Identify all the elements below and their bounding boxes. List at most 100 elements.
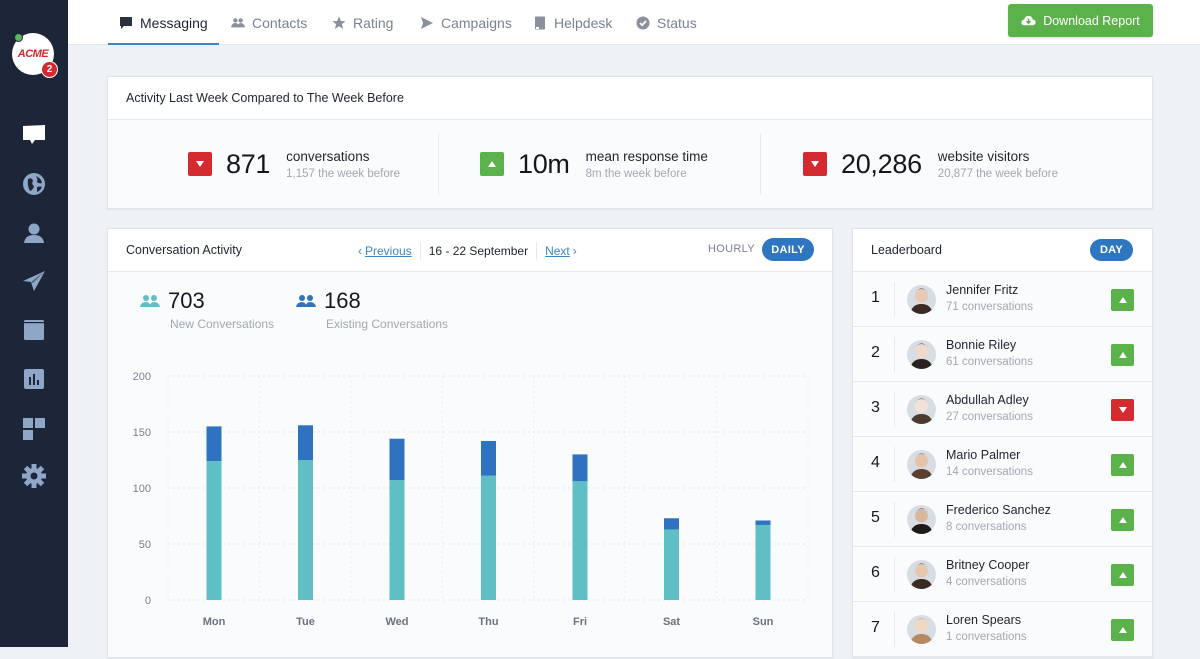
sidebar-item-messaging[interactable]: [20, 121, 48, 149]
y-tick-label: 0: [145, 595, 151, 607]
new-conversations-count: 703: [168, 288, 205, 313]
agent-conversations: 61 conversations: [946, 356, 1033, 368]
tab-label: Status: [657, 14, 697, 31]
people-icon: [140, 295, 160, 307]
acme-logo[interactable]: ACME 2: [12, 33, 58, 78]
caret-up-icon: [488, 161, 496, 167]
avatar: [907, 560, 936, 589]
bar-existing-conversations: [572, 454, 588, 482]
bar-new-conversations: [572, 481, 588, 600]
bar-new-conversations: [206, 461, 222, 600]
tab-label: Rating: [353, 14, 394, 31]
leaderboard-row[interactable]: 6 Britney Cooper 4 conversations: [853, 547, 1152, 602]
avatar: [907, 395, 936, 424]
next-link[interactable]: Next: [545, 244, 570, 258]
book-icon: [535, 16, 545, 29]
pager-divider: [536, 241, 538, 260]
rank-divider: [894, 557, 895, 592]
leaderboard-row[interactable]: 3 Abdullah Adley 27 conversations: [853, 382, 1152, 437]
existing-conversations-count: 168: [324, 288, 361, 313]
trend-up-badge: [1111, 344, 1134, 366]
x-tick-label: Mon: [203, 616, 226, 628]
sidebar-item-globe[interactable]: [20, 170, 48, 198]
day-toggle[interactable]: DAY: [1090, 239, 1133, 261]
tab-rating[interactable]: Rating: [332, 0, 393, 45]
existing-conversations-label: Existing Conversations: [326, 317, 449, 331]
agent-name: Frederico Sanchez: [946, 503, 1051, 517]
chevron-left-icon: ‹: [358, 243, 362, 258]
kpi-label: conversations: [286, 148, 370, 164]
top-nav: Messaging Contacts Rating Campaigns Help…: [68, 0, 1200, 45]
bar-new-conversations: [664, 529, 679, 600]
previous-link[interactable]: Previous: [365, 244, 412, 258]
caret-down-icon: [811, 161, 819, 167]
trend-up-badge: [1111, 454, 1134, 476]
caret-up-icon: [1118, 627, 1127, 633]
caret-down-icon: [1118, 407, 1127, 413]
leaderboard-row[interactable]: 4 Mario Palmer 14 conversations: [853, 437, 1152, 492]
tab-label: Messaging: [140, 14, 208, 31]
date-pager: ‹ Previous 16 - 22 September Next ›: [358, 229, 577, 272]
kpi-previous: 1,157 the week before: [286, 167, 400, 180]
tab-helpdesk[interactable]: Helpdesk: [533, 0, 612, 45]
agent-name: Jennifer Fritz: [946, 283, 1019, 297]
sidebar-item-settings[interactable]: [20, 462, 48, 490]
rank-divider: [894, 392, 895, 427]
kpi-previous: 8m the week before: [585, 167, 687, 180]
x-tick-label: Sat: [663, 616, 680, 628]
download-report-button[interactable]: Download Report: [1008, 4, 1153, 37]
tab-messaging[interactable]: Messaging: [108, 0, 219, 45]
trend-down-badge: [188, 152, 212, 176]
caret-up-icon: [1118, 462, 1127, 468]
leaderboard-rank: 5: [871, 509, 880, 526]
tab-campaigns[interactable]: Campaigns: [420, 0, 512, 45]
sidebar-item-contacts[interactable]: [20, 219, 48, 247]
agent-conversations: 27 conversations: [946, 411, 1033, 423]
leaderboard-header: Leaderboard DAY: [853, 229, 1152, 272]
leaderboard-rank: 2: [871, 344, 880, 361]
agent-name: Mario Palmer: [946, 448, 1021, 462]
leaderboard-row[interactable]: 2 Bonnie Riley 61 conversations: [853, 327, 1152, 382]
online-status-dot: [14, 33, 23, 42]
activity-comparison-title: Activity Last Week Compared to The Week …: [108, 77, 1152, 120]
sidebar-item-campaigns[interactable]: [20, 267, 48, 295]
y-tick-label: 150: [133, 427, 151, 439]
new-conversations-label: New Conversations: [170, 317, 275, 331]
leaderboard-title: Leaderboard: [871, 243, 942, 257]
agent-conversations: 1 conversations: [946, 631, 1027, 643]
leaderboard-rank: 6: [871, 564, 880, 581]
sidebar-item-helpdesk[interactable]: [20, 316, 48, 344]
agent-conversations: 8 conversations: [946, 521, 1027, 533]
sidebar-item-reports[interactable]: [20, 365, 48, 393]
leaderboard-row[interactable]: 5 Frederico Sanchez 8 conversations: [853, 492, 1152, 547]
leaderboard-row[interactable]: 1 Jennifer Fritz 71 conversations: [853, 272, 1152, 327]
trend-up-badge: [1111, 619, 1134, 641]
check-circle-icon: [636, 16, 650, 29]
leaderboard-rank: 7: [871, 619, 880, 636]
chat-icon: [120, 16, 132, 29]
daily-toggle[interactable]: DAILY: [762, 238, 814, 261]
avatar: [907, 505, 936, 534]
gear-icon: [22, 464, 46, 488]
hourly-toggle[interactable]: HOURLY: [708, 243, 755, 255]
grid-icon: [23, 418, 45, 440]
kpi-label: website visitors: [937, 148, 1030, 164]
tab-contacts[interactable]: Contacts: [231, 0, 307, 45]
trend-up-badge: [1111, 509, 1134, 531]
y-tick-label: 100: [133, 483, 151, 495]
trend-up-badge: [480, 152, 504, 176]
bar-existing-conversations: [481, 440, 496, 476]
agent-conversations: 4 conversations: [946, 576, 1027, 588]
caret-up-icon: [1118, 352, 1127, 358]
tab-status[interactable]: Status: [636, 0, 697, 45]
bar-existing-conversations: [664, 518, 679, 530]
trend-up-badge: [1111, 289, 1134, 311]
sidebar-item-apps[interactable]: [20, 414, 48, 442]
kpi-conversations: 871 conversations 1,157 the week before: [188, 120, 400, 208]
kpi-value: 20,286: [841, 148, 922, 179]
kpi-previous: 20,877 the week before: [937, 167, 1058, 180]
bar-existing-conversations: [206, 426, 222, 462]
avatar: [907, 450, 936, 479]
leaderboard-row[interactable]: 7 Loren Spears 1 conversations: [853, 602, 1152, 657]
chevron-right-icon: ›: [572, 243, 577, 258]
